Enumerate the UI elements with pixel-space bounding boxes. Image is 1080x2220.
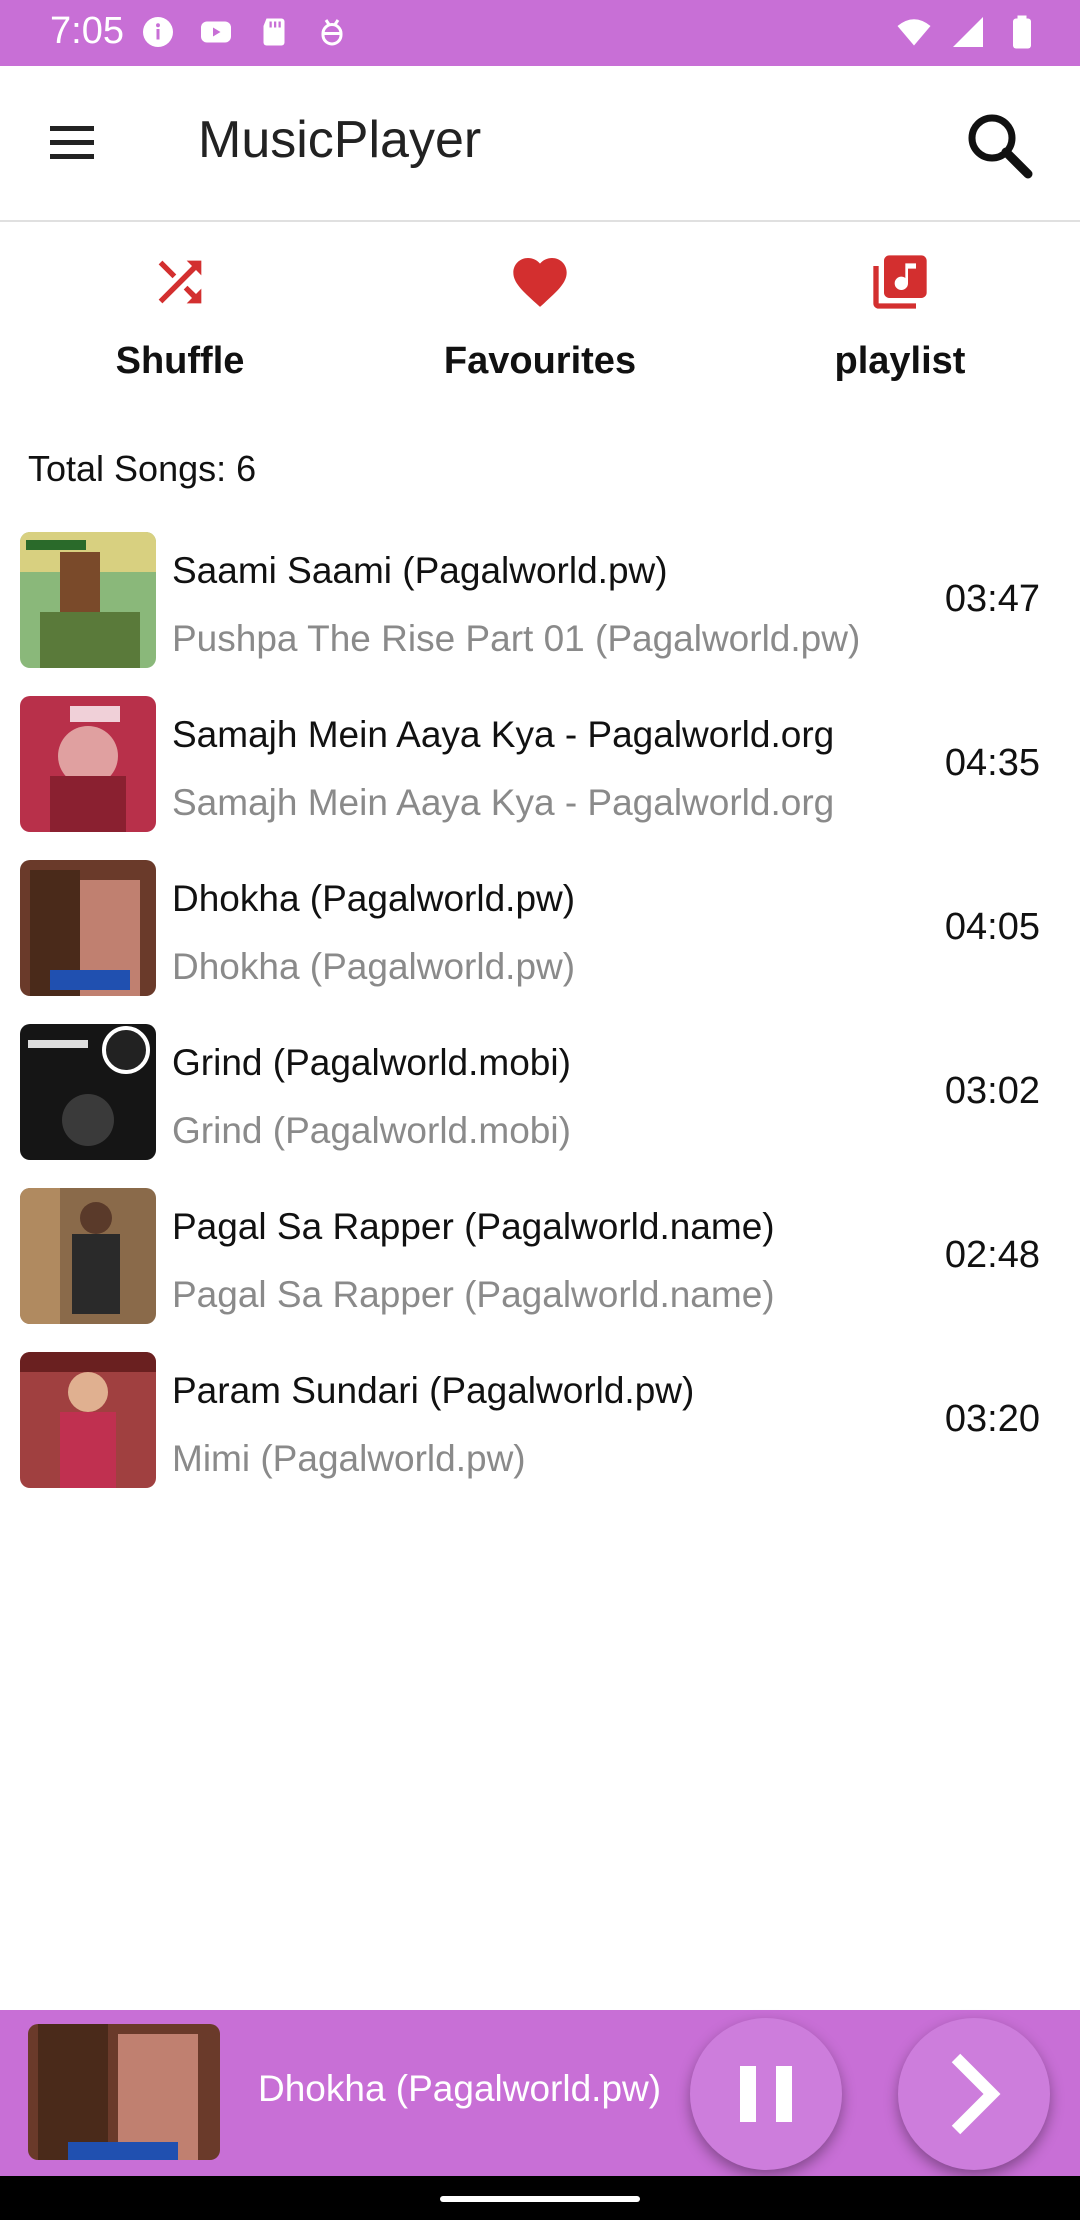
- tab-playlist-label: playlist: [834, 340, 966, 382]
- shuffle-icon: [158, 260, 202, 304]
- pause-button[interactable]: [690, 2018, 842, 2170]
- song-album: Grind (Pagalworld.mobi): [172, 1110, 571, 1151]
- now-playing-album-art: [28, 2024, 220, 2160]
- youtube-icon: [201, 21, 231, 43]
- pause-icon: [740, 2066, 792, 2122]
- song-duration: 02:48: [944, 1234, 1040, 1276]
- song-title: Pagal Sa Rapper (Pagalworld.name): [172, 1206, 775, 1247]
- song-title: Saami Saami (Pagalworld.pw): [172, 550, 668, 591]
- song-row[interactable]: Samajh Mein Aaya Kya - Pagalworld.org Sa…: [0, 692, 1080, 856]
- song-title: Samajh Mein Aaya Kya - Pagalworld.org: [172, 714, 835, 755]
- song-album: Pagal Sa Rapper (Pagalworld.name): [172, 1274, 775, 1315]
- heart-icon: [513, 258, 567, 307]
- song-duration: 04:35: [944, 742, 1040, 784]
- song-duration: 03:47: [944, 578, 1040, 620]
- battery-icon: [1013, 15, 1031, 49]
- tab-shuffle-label: Shuffle: [115, 340, 245, 382]
- song-row[interactable]: Param Sundari (Pagalworld.pw) Mimi (Paga…: [0, 1348, 1080, 1512]
- album-art: [20, 696, 156, 832]
- system-nav-bar: [0, 2176, 1080, 2220]
- hamburger-menu-icon[interactable]: [42, 118, 102, 168]
- signal-icon: [953, 17, 983, 47]
- album-art: [20, 532, 156, 668]
- song-album: Pushpa The Rise Part 01 (Pagalworld.pw): [172, 618, 861, 659]
- song-list: Saami Saami (Pagalworld.pw) Pushpa The R…: [0, 528, 1080, 1512]
- total-songs-count: Total Songs: 6: [28, 448, 257, 489]
- status-time: 7:05: [50, 10, 124, 52]
- song-duration: 03:20: [944, 1398, 1040, 1440]
- album-art: [20, 860, 156, 996]
- song-row[interactable]: Dhokha (Pagalworld.pw) Dhokha (Pagalworl…: [0, 856, 1080, 1020]
- action-tabs: Shuffle Favourites playlist: [0, 222, 1080, 402]
- chevron-right-icon: [951, 2053, 1001, 2135]
- home-gesture-pill[interactable]: [440, 2196, 640, 2202]
- song-title: Grind (Pagalworld.mobi): [172, 1042, 571, 1083]
- song-album: Samajh Mein Aaya Kya - Pagalworld.org: [172, 782, 835, 823]
- shuffle-button[interactable]: Shuffle: [0, 222, 360, 402]
- next-button[interactable]: [898, 2018, 1050, 2170]
- song-row[interactable]: Grind (Pagalworld.mobi) Grind (Pagalworl…: [0, 1020, 1080, 1184]
- status-bar: 7:05: [0, 0, 1080, 66]
- song-album: Mimi (Pagalworld.pw): [172, 1438, 526, 1479]
- song-duration: 04:05: [944, 906, 1040, 948]
- song-row[interactable]: Pagal Sa Rapper (Pagalworld.name) Pagal …: [0, 1184, 1080, 1348]
- now-playing-bar[interactable]: Dhokha (Pagalworld.pw): [0, 2010, 1080, 2176]
- app-bar: MusicPlayer: [0, 66, 1080, 222]
- playlist-music-icon: [873, 255, 927, 309]
- search-icon[interactable]: [960, 106, 1040, 186]
- album-art: [20, 1188, 156, 1324]
- now-playing-title: Dhokha (Pagalworld.pw): [258, 2068, 662, 2109]
- sd-card-icon: [263, 18, 285, 46]
- info-icon: [143, 17, 173, 47]
- app-title: MusicPlayer: [198, 111, 482, 169]
- tab-favourites-label: Favourites: [443, 340, 637, 382]
- song-duration: 03:02: [944, 1070, 1040, 1112]
- wifi-icon: [897, 19, 931, 46]
- playlist-button[interactable]: playlist: [720, 222, 1080, 402]
- song-row[interactable]: Saami Saami (Pagalworld.pw) Pushpa The R…: [0, 528, 1080, 692]
- song-title: Dhokha (Pagalworld.pw): [172, 878, 576, 919]
- android-debug-icon: [321, 19, 343, 46]
- song-title: Param Sundari (Pagalworld.pw): [172, 1370, 695, 1411]
- song-album: Dhokha (Pagalworld.pw): [172, 946, 576, 987]
- album-art: [20, 1024, 156, 1160]
- album-art: [20, 1352, 156, 1488]
- favourites-button[interactable]: Favourites: [360, 222, 720, 402]
